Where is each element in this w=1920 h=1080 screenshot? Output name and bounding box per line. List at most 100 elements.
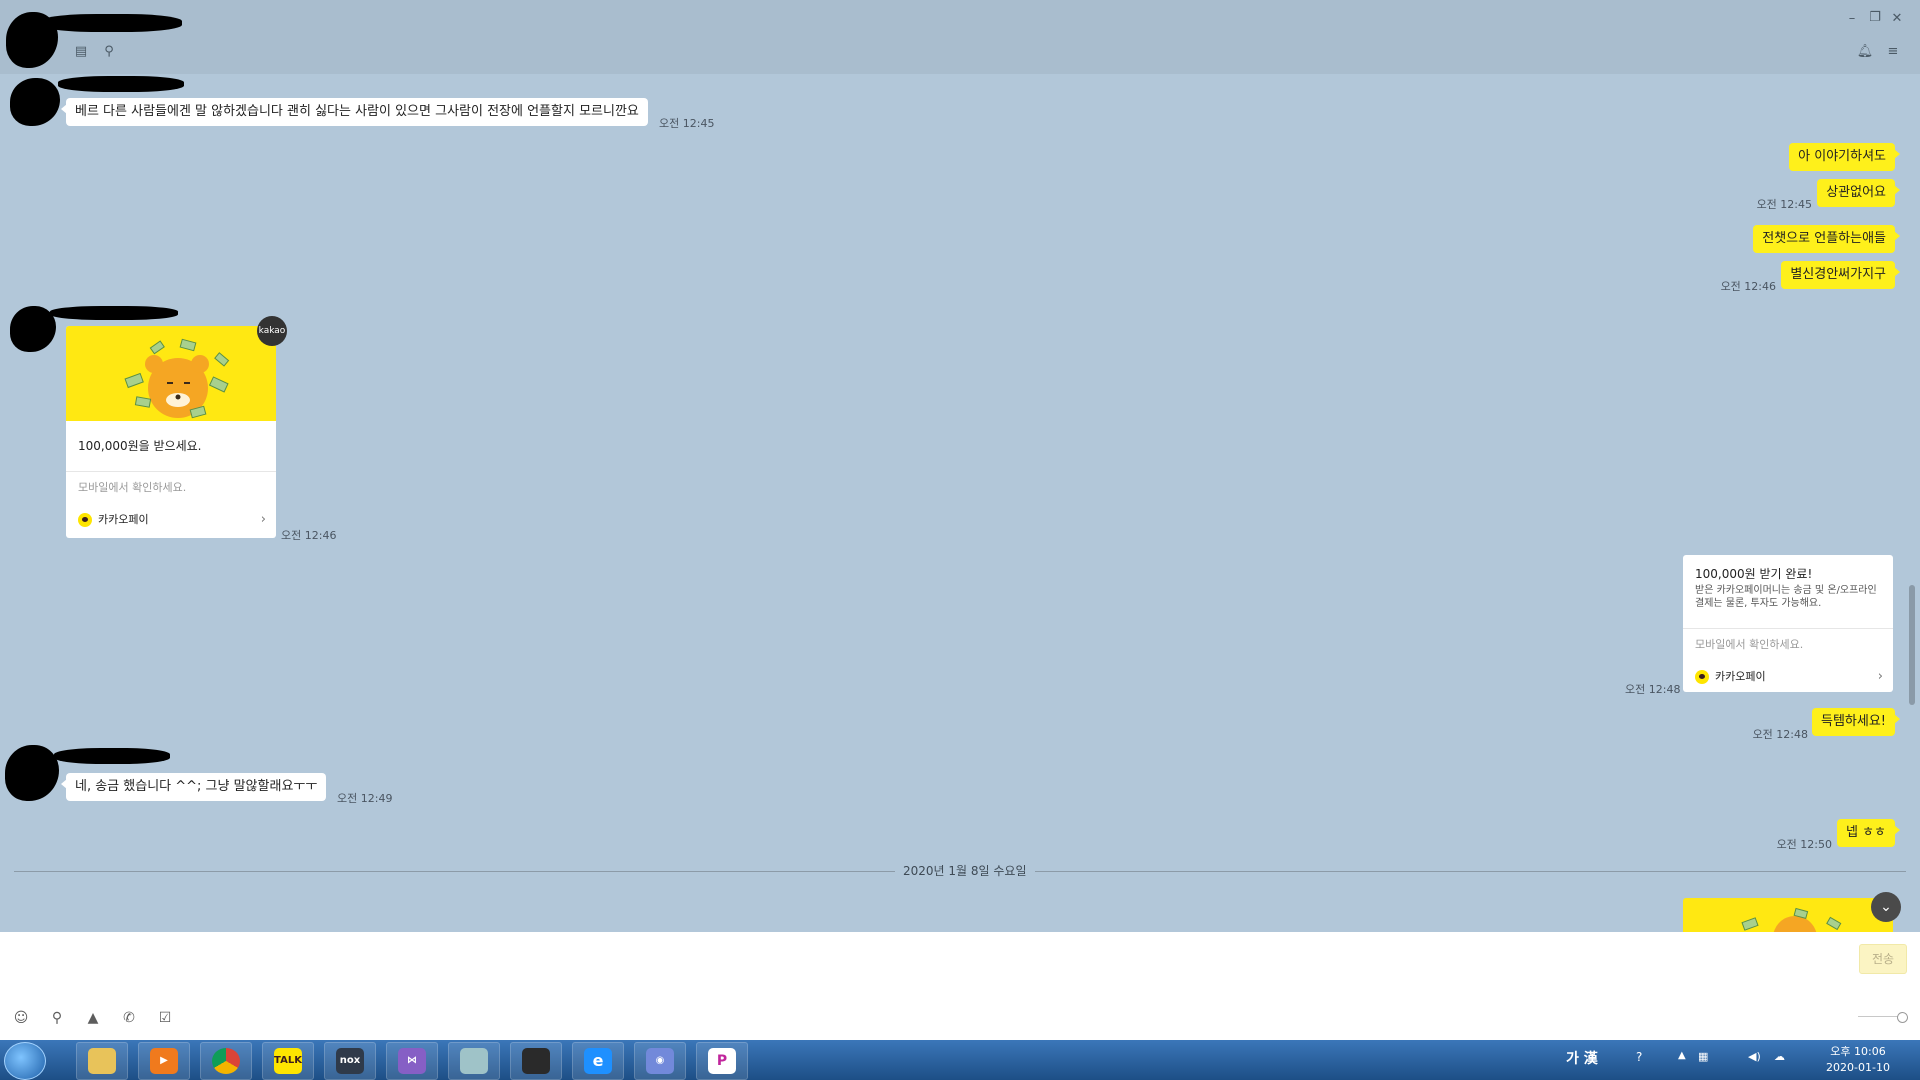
- taskbar-app-game[interactable]: [510, 1042, 562, 1080]
- media-player-icon: ▶: [150, 1048, 178, 1074]
- network-icon[interactable]: ▦: [1698, 1050, 1708, 1063]
- card-title: 100,000원을 받으세요.: [78, 439, 202, 453]
- message-bubble-incoming[interactable]: 네, 송금 했습니다 ^^; 그냥 말않할래요ㅜㅜ: [60, 773, 327, 801]
- kakaopay-received-card[interactable]: 100,000원을 받으세요. 모바일에서 확인하세요. 카카오페이 ›: [66, 326, 276, 538]
- clock-date: 2020-01-10: [1826, 1061, 1890, 1074]
- date-separator-label: 2020년 1월 8일 수요일: [895, 862, 1035, 879]
- kakaopay-logo-icon: [1695, 670, 1709, 684]
- message-time: 오전 12:45: [659, 117, 715, 130]
- kakao-badge: kakao: [257, 316, 287, 346]
- taskbar-app-notes[interactable]: [448, 1042, 500, 1080]
- chrome-icon: [212, 1048, 240, 1074]
- card-service-name: 카카오페이: [98, 513, 149, 526]
- chat-room-name-redacted: [40, 14, 182, 32]
- attach-file-icon[interactable]: ⚲: [48, 1009, 66, 1027]
- minimize-button[interactable]: –: [1843, 10, 1861, 28]
- kakaopay-complete-card[interactable]: 100,000원 받기 완료! 받은 카카오페이머니는 송금 및 온/오프라인 …: [1683, 555, 1893, 692]
- taskbar-app-nox[interactable]: nox: [324, 1042, 376, 1080]
- message-text: 네, 송금 했습니다 ^^; 그냥 말않할래요ㅜㅜ: [75, 779, 318, 794]
- message-bubble-incoming[interactable]: 베르 다른 사람들에겐 말 않하겠습니다 괜히 싫다는 사람이 있으면 그사람이…: [61, 98, 648, 126]
- kakaopay-card-partial[interactable]: [1683, 898, 1893, 932]
- drawer-icon[interactable]: ▤: [72, 43, 90, 61]
- message-time: 오전 12:46: [1720, 280, 1776, 293]
- card-note: 모바일에서 확인하세요.: [78, 481, 187, 494]
- ime-indicator[interactable]: 가 漢: [1566, 1048, 1598, 1068]
- card-body: 받은 카카오페이머니는 송금 및 온/오프라인 결제는 물론, 투자도 가능해요…: [1695, 585, 1877, 609]
- clock-time: 오후 10:06: [1830, 1045, 1886, 1058]
- card-service-name: 카카오페이: [1715, 670, 1766, 683]
- search-icon[interactable]: ⚲: [100, 43, 118, 61]
- chat-header: ▤ ⚲ – ❐ ✕ 🔔︎ ≡: [0, 0, 1920, 74]
- game-icon: [522, 1048, 550, 1074]
- internet-explorer-icon: e: [584, 1048, 612, 1074]
- volume-icon[interactable]: ◀): [1748, 1050, 1761, 1063]
- chevron-right-icon: ›: [1877, 669, 1883, 684]
- sender-name-redacted: [54, 748, 170, 764]
- cloud-icon[interactable]: ☁: [1774, 1050, 1785, 1063]
- scrollbar-thumb[interactable]: [1909, 585, 1915, 705]
- message-bubble-outgoing[interactable]: 넵 ㅎㅎ: [1836, 819, 1901, 847]
- chevron-right-icon: ›: [260, 512, 266, 527]
- message-input-area: [0, 932, 1920, 1040]
- restore-button[interactable]: ❐: [1866, 9, 1884, 27]
- sender-name-redacted: [58, 76, 184, 92]
- send-button[interactable]: 전송: [1859, 944, 1907, 974]
- discord-icon: ◉: [646, 1048, 674, 1074]
- message-text: 별신경안써가지구: [1790, 267, 1886, 282]
- message-time: 오전 12:46: [281, 529, 337, 542]
- help-icon[interactable]: ?: [1636, 1050, 1642, 1064]
- taskbar-app-visual-studio[interactable]: ⋈: [386, 1042, 438, 1080]
- sender-name-redacted: [50, 306, 178, 320]
- taskbar-app-explorer[interactable]: [76, 1042, 128, 1080]
- emoticon-icon[interactable]: ☺: [12, 1009, 30, 1027]
- folder-icon: [88, 1048, 116, 1074]
- paint-icon: P: [708, 1048, 736, 1074]
- message-time: 오전 12:48: [1752, 728, 1808, 741]
- kakaotalk-icon: TALK: [274, 1048, 302, 1074]
- chat-log: [0, 74, 1920, 932]
- call-icon[interactable]: ✆: [120, 1009, 138, 1027]
- message-text: 넵 ㅎㅎ: [1845, 825, 1886, 840]
- message-time: 오전 12:48: [1625, 683, 1681, 696]
- taskbar-app-internet-explorer[interactable]: e: [572, 1042, 624, 1080]
- card-footer[interactable]: 카카오페이 ›: [1683, 661, 1893, 692]
- notes-icon: [460, 1048, 488, 1074]
- start-button[interactable]: [4, 1042, 46, 1080]
- message-bubble-outgoing[interactable]: 별신경안써가지구: [1781, 261, 1900, 289]
- nox-icon: nox: [336, 1048, 364, 1074]
- taskbar-app-paint[interactable]: P: [696, 1042, 748, 1080]
- message-text: 상관없어요: [1826, 185, 1886, 200]
- taskbar-app-discord[interactable]: ◉: [634, 1042, 686, 1080]
- close-button[interactable]: ✕: [1888, 10, 1906, 28]
- message-text: 아 이야기하셔도: [1798, 149, 1886, 164]
- show-hidden-icons[interactable]: ▲: [1678, 1050, 1686, 1061]
- transparency-slider-track[interactable]: [1858, 1016, 1902, 1017]
- notification-bell-icon[interactable]: 🔔︎: [1856, 43, 1874, 61]
- taskbar-app-media-player[interactable]: ▶: [138, 1042, 190, 1080]
- scroll-to-bottom-button[interactable]: ⌄: [1871, 892, 1901, 922]
- schedule-icon[interactable]: ☑: [156, 1009, 174, 1027]
- taskbar-app-kakaotalk[interactable]: TALK: [262, 1042, 314, 1080]
- kakaopay-logo-icon: [78, 513, 92, 527]
- message-bubble-outgoing[interactable]: 상관없어요: [1817, 179, 1900, 207]
- message-bubble-outgoing[interactable]: 득템하세요!: [1811, 708, 1901, 736]
- message-time: 오전 12:45: [1756, 198, 1812, 211]
- transparency-slider-handle[interactable]: [1897, 1012, 1908, 1023]
- card-footer[interactable]: 카카오페이 ›: [66, 504, 276, 536]
- message-text: 득템하세요!: [1820, 714, 1886, 729]
- image-icon[interactable]: ▲: [84, 1009, 102, 1027]
- message-text: 전챗으로 언플하는애들: [1762, 231, 1886, 246]
- taskbar-clock[interactable]: 오후 10:06 2020-01-10: [1812, 1044, 1904, 1076]
- message-bubble-outgoing[interactable]: 아 이야기하셔도: [1789, 143, 1900, 171]
- kakao-ryan-illustration: [66, 326, 276, 421]
- card-title: 100,000원 받기 완료!: [1695, 567, 1813, 581]
- taskbar-app-chrome[interactable]: [200, 1042, 252, 1080]
- message-text: 베르 다른 사람들에겐 말 않하겠습니다 괜히 싫다는 사람이 있으면 그사람이…: [75, 104, 639, 119]
- message-bubble-outgoing[interactable]: 전챗으로 언플하는애들: [1753, 225, 1900, 253]
- menu-icon[interactable]: ≡: [1884, 43, 1902, 61]
- card-note: 모바일에서 확인하세요.: [1695, 638, 1804, 651]
- message-input[interactable]: [10, 940, 1844, 1004]
- visual-studio-icon: ⋈: [398, 1048, 426, 1074]
- message-time: 오전 12:49: [337, 792, 393, 805]
- message-time: 오전 12:50: [1776, 838, 1832, 851]
